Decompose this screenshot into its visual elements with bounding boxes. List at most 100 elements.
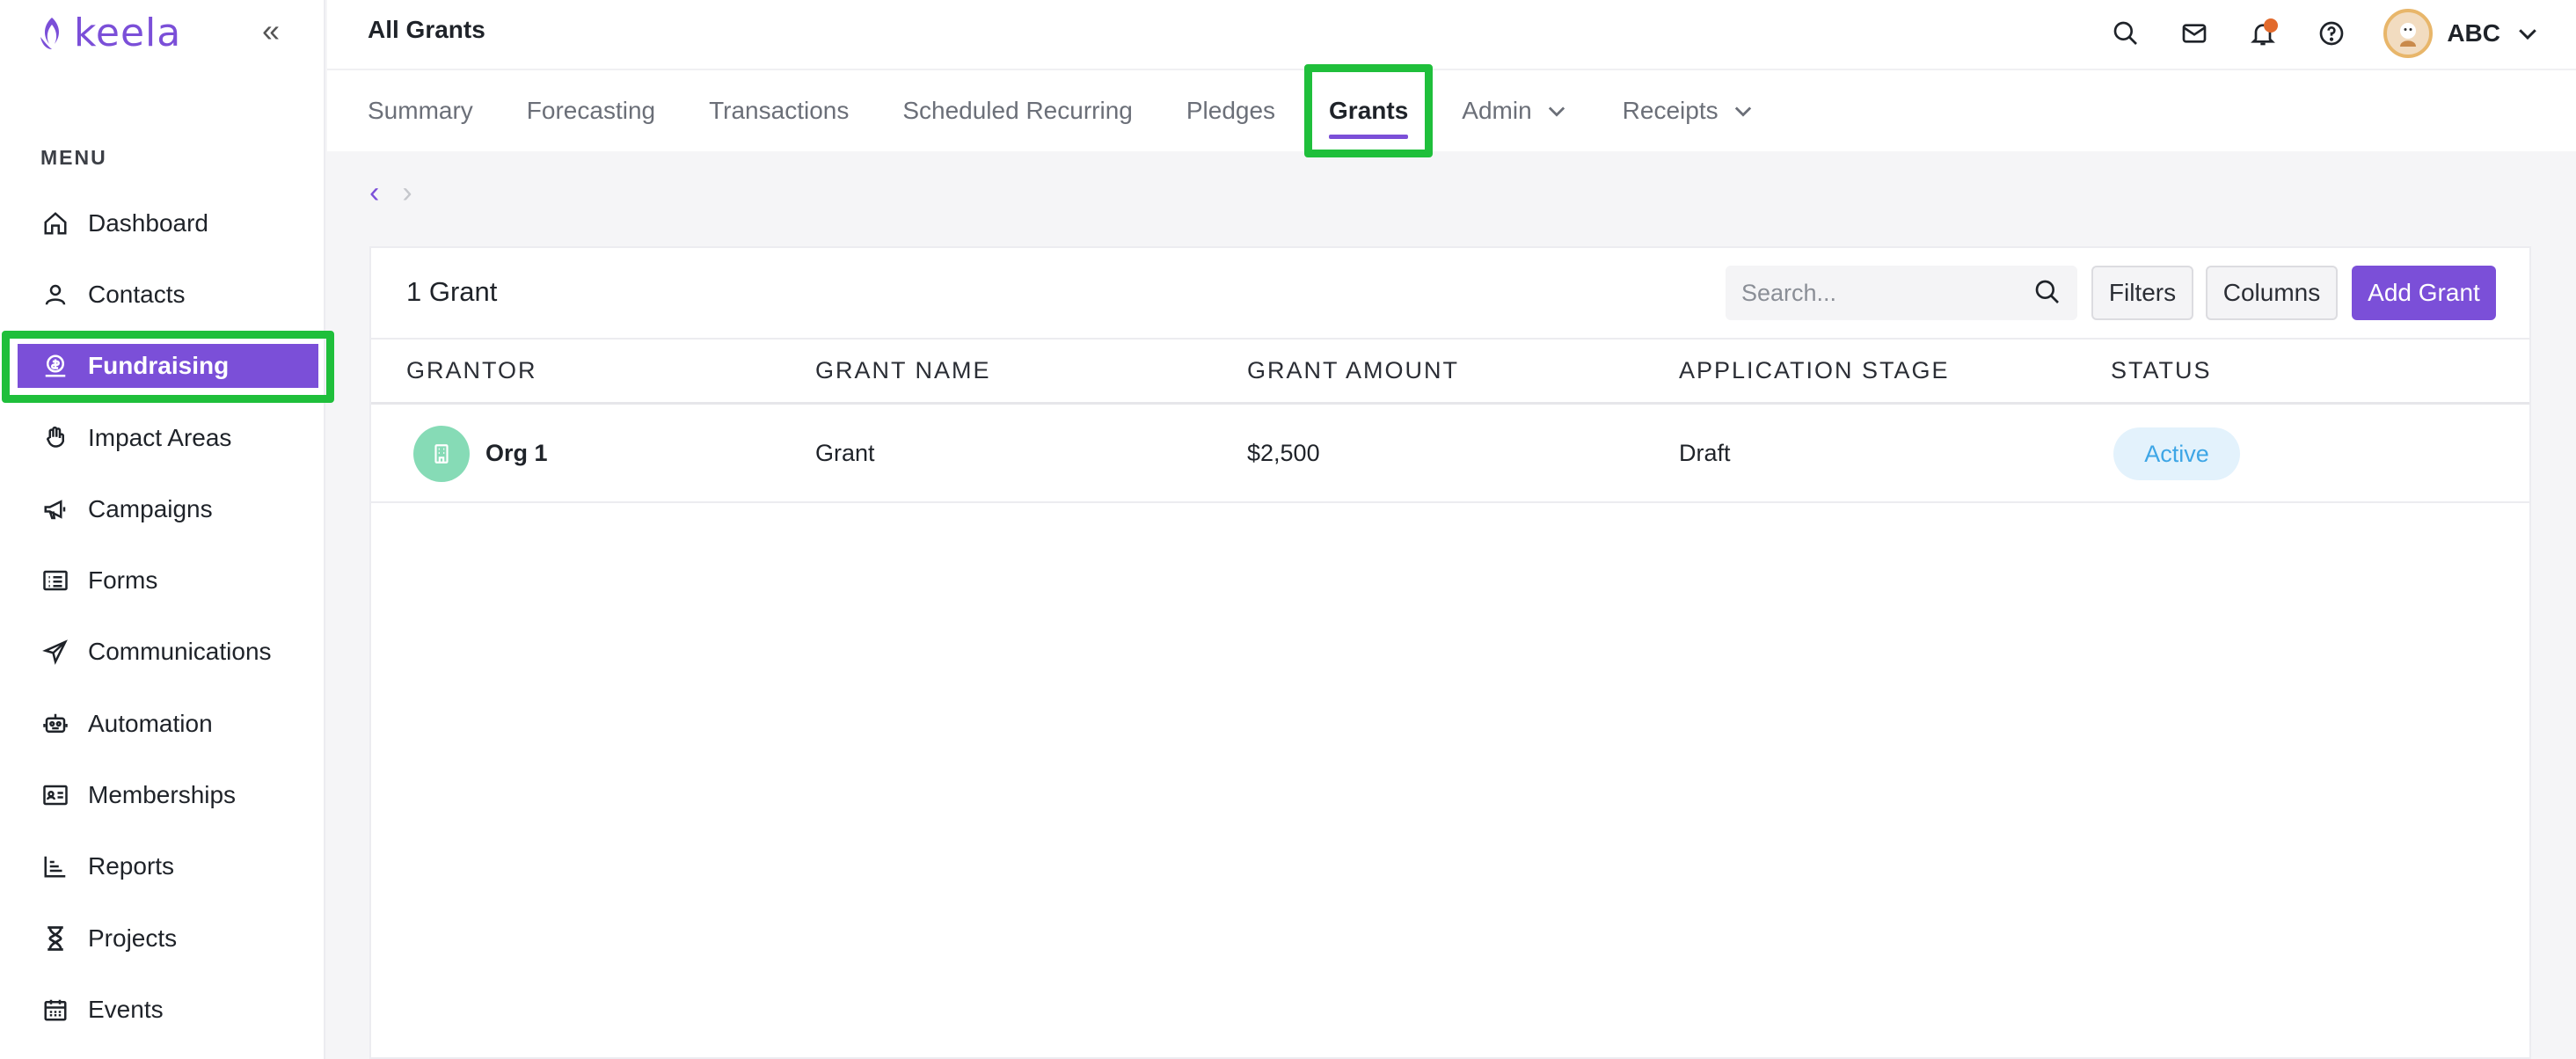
tab-label: Summary — [368, 97, 473, 124]
tab-label: Transactions — [709, 97, 850, 124]
chevron-down-icon — [2519, 29, 2536, 40]
sidebar-item-label: Dashboard — [88, 208, 208, 237]
sidebar-item-impact-areas[interactable]: Impact Areas — [0, 402, 325, 473]
fundraising-tabs: Summary Forecasting Transactions Schedul… — [327, 64, 2576, 157]
chevron-down-icon — [1544, 99, 1569, 123]
keela-logo[interactable]: keela — [37, 11, 181, 55]
tab-admin[interactable]: Admin — [1462, 70, 1568, 151]
help-icon — [2319, 21, 2344, 46]
sidebar: keela « MENU Dashboard Contacts Fundrais… — [0, 0, 334, 1059]
mail-icon — [2182, 24, 2207, 43]
user-menu[interactable]: ABC — [2383, 9, 2541, 58]
sidebar-item-campaigns[interactable]: Campaigns — [0, 473, 325, 544]
sidebar-item-fundraising[interactable]: Fundraising — [0, 330, 334, 403]
sidebar-item-label: Forms — [88, 566, 158, 595]
sidebar-item-dashboard[interactable]: Dashboard — [0, 187, 325, 259]
column-header-status[interactable]: STATUS — [2111, 357, 2212, 384]
sidebar-item-reports[interactable]: Reports — [0, 831, 325, 902]
bar-chart-icon — [40, 851, 70, 881]
hand-icon — [40, 423, 70, 453]
sidebar-item-label: Communications — [88, 638, 272, 666]
column-header-grantor[interactable]: GRANTOR — [406, 357, 537, 384]
column-header-grant-amount[interactable]: GRANT AMOUNT — [1247, 357, 1459, 384]
robot-icon — [40, 709, 70, 739]
sidebar-nav: Dashboard Contacts Fundraising Impact Ar… — [0, 187, 334, 1046]
add-grant-button[interactable]: Add Grant — [2352, 266, 2496, 320]
sidebar-item-label: Fundraising — [88, 352, 230, 380]
tab-pledges[interactable]: Pledges — [1186, 70, 1275, 151]
mail-button[interactable] — [2178, 17, 2211, 50]
home-icon — [40, 208, 70, 238]
tab-scheduled-recurring[interactable]: Scheduled Recurring — [902, 70, 1133, 151]
grants-table-card: 1 Grant Filters Columns Add Grant GRANTO… — [369, 246, 2531, 1059]
sidebar-item-communications[interactable]: Communications — [0, 617, 325, 688]
notifications-button[interactable] — [2246, 17, 2280, 50]
sidebar-item-memberships[interactable]: Memberships — [0, 759, 325, 830]
application-stage: Draft — [1679, 440, 1731, 466]
page-title: All Grants — [368, 16, 485, 43]
column-header-application-stage[interactable]: APPLICATION STAGE — [1679, 357, 1950, 384]
search-icon — [2113, 21, 2138, 45]
id-card-icon — [40, 780, 70, 810]
tab-transactions[interactable]: Transactions — [709, 70, 849, 151]
table-header: GRANTOR GRANT NAME GRANT AMOUNT APPLICAT… — [371, 340, 2529, 405]
back-arrow-icon[interactable]: ‹ — [369, 176, 379, 210]
top-actions: ABC — [2109, 9, 2541, 58]
search-input[interactable] — [1741, 279, 2023, 307]
avatar-image-icon — [2400, 23, 2417, 47]
tab-label: Forecasting — [526, 97, 656, 124]
sidebar-item-label: Campaigns — [88, 494, 213, 522]
menu-title: MENU — [40, 146, 107, 169]
table-row[interactable]: Org 1 Grant $2,500 Draft Active — [371, 405, 2529, 503]
highlight-box — [1304, 64, 1434, 157]
form-icon — [40, 566, 70, 595]
tab-label: Scheduled Recurring — [902, 97, 1133, 124]
columns-button[interactable]: Columns — [2206, 266, 2338, 320]
megaphone-icon — [40, 494, 70, 524]
column-header-grant-name[interactable]: GRANT NAME — [815, 357, 991, 384]
user-name: ABC — [2447, 19, 2500, 47]
help-button[interactable] — [2315, 17, 2348, 50]
sidebar-item-automation[interactable]: Automation — [0, 688, 325, 759]
avatar — [2383, 9, 2434, 58]
top-bar: All Grants ABC — [327, 0, 2576, 70]
search-box[interactable] — [1726, 266, 2077, 320]
tab-receipts[interactable]: Receipts — [1623, 70, 1755, 151]
sidebar-item-label: Impact Areas — [88, 423, 232, 451]
grant-amount: $2,500 — [1247, 440, 1320, 466]
building-icon — [434, 444, 449, 464]
filters-button[interactable]: Filters — [2091, 266, 2193, 320]
table-toolbar: 1 Grant Filters Columns Add Grant — [371, 248, 2529, 340]
history-pager: ‹ › — [369, 176, 412, 210]
keela-logo-icon — [40, 17, 60, 49]
tab-label: Admin — [1462, 97, 1532, 124]
tab-label: Receipts — [1622, 97, 1719, 124]
tab-grants[interactable]: Grants — [1304, 64, 1434, 157]
grantor-name-link[interactable]: Org 1 — [485, 440, 548, 467]
tab-summary[interactable]: Summary — [368, 70, 473, 151]
double-chevron-left-icon: « — [262, 12, 281, 48]
search-button[interactable] — [2109, 17, 2142, 50]
sidebar-item-label: Memberships — [88, 781, 237, 809]
sidebar-item-events[interactable]: Events — [0, 974, 325, 1045]
collapse-sidebar-button[interactable]: « — [262, 12, 280, 49]
sidebar-item-label: Reports — [88, 852, 175, 880]
grant-name: Grant — [815, 440, 875, 466]
grant-count: 1 Grant — [406, 276, 498, 307]
tab-forecasting[interactable]: Forecasting — [527, 70, 655, 151]
organization-avatar — [413, 426, 470, 482]
tab-label: Pledges — [1186, 97, 1276, 124]
sidebar-item-contacts[interactable]: Contacts — [0, 259, 325, 330]
hourglass-icon — [40, 924, 70, 953]
search-icon[interactable] — [2033, 278, 2062, 310]
sidebar-item-label: Automation — [88, 709, 213, 737]
chevron-down-icon — [1731, 99, 1755, 123]
sidebar-item-label: Projects — [88, 924, 178, 952]
sidebar-item-forms[interactable]: Forms — [0, 544, 325, 616]
forward-arrow-icon[interactable]: › — [402, 176, 412, 210]
calendar-icon — [40, 995, 70, 1025]
status-badge: Active — [2113, 427, 2240, 480]
user-icon — [40, 280, 70, 310]
donation-icon — [40, 351, 70, 381]
sidebar-item-projects[interactable]: Projects — [0, 902, 325, 974]
